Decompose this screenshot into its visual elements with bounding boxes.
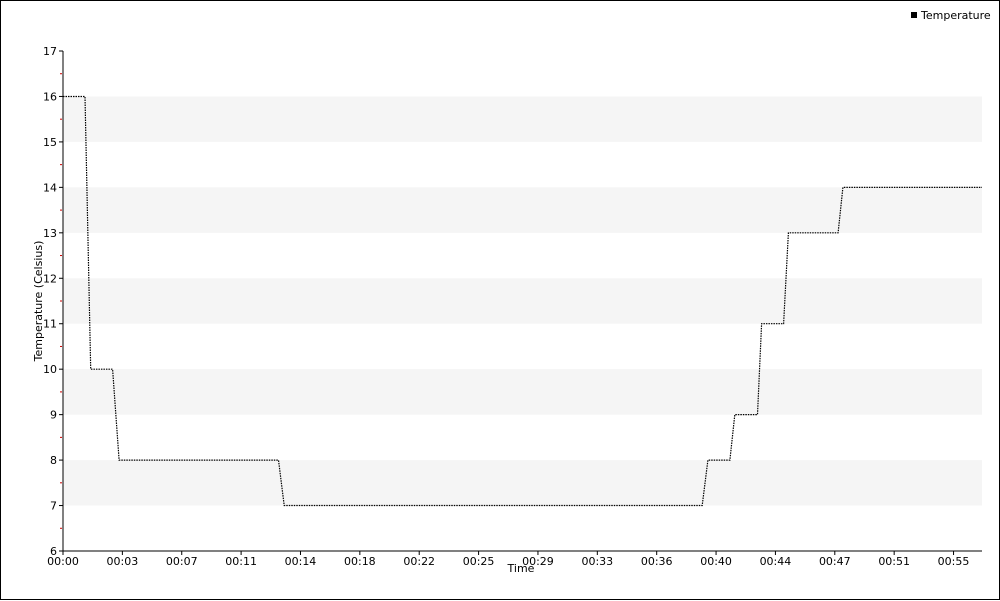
- y-tick-label: 9: [50, 409, 57, 422]
- y-axis: 67891011121314151617: [43, 45, 64, 558]
- y-tick-label: 11: [43, 318, 57, 331]
- x-tick-label: 00:25: [463, 555, 495, 568]
- legend: Temperature: [911, 9, 991, 22]
- grid-band: [63, 278, 982, 324]
- x-tick-label: 00:03: [107, 555, 139, 568]
- y-tick-label: 17: [43, 45, 57, 58]
- x-axis-label: Time: [507, 562, 535, 575]
- grid-band: [63, 369, 982, 415]
- y-axis-label: Temperature (Celsius): [32, 241, 45, 363]
- x-tick-label: 00:51: [878, 555, 910, 568]
- x-tick-label: 00:55: [938, 555, 970, 568]
- line-chart: 67891011121314151617 00:00 00:03 00:07 00:1…: [32, 9, 991, 575]
- x-tick-label: 00:22: [403, 555, 435, 568]
- y-tick-label: 14: [43, 181, 57, 194]
- y-tick-label: 7: [50, 500, 57, 513]
- x-tick-label: 00:00: [47, 555, 79, 568]
- grid-band: [63, 187, 982, 233]
- x-tick-label: 00:44: [760, 555, 792, 568]
- x-tick-label: 00:14: [285, 555, 317, 568]
- y-tick-label: 16: [43, 90, 57, 103]
- x-tick-label: 00:36: [641, 555, 673, 568]
- x-tick-label: 00:40: [700, 555, 732, 568]
- grid-band: [63, 96, 982, 142]
- y-tick-label: 15: [43, 136, 57, 149]
- chart-frame: 6 7 8 9 10 11 12 13 14 15 16 17 00:00 00:03 00:07 00:1…: [0, 0, 1000, 600]
- legend-label: Temperature: [920, 9, 991, 22]
- y-tick-label: 10: [43, 363, 57, 376]
- x-tick-label: 00:47: [819, 555, 851, 568]
- legend-swatch: [911, 12, 917, 18]
- x-tick-label: 00:11: [225, 555, 257, 568]
- y-tick-label: 8: [50, 454, 57, 467]
- x-tick-label: 00:18: [344, 555, 376, 568]
- grid-bands: [63, 96, 982, 506]
- grid-band: [63, 460, 982, 506]
- x-tick-label: 00:07: [166, 555, 198, 568]
- y-tick-label: 13: [43, 227, 57, 240]
- x-tick-label: 00:33: [581, 555, 613, 568]
- y-tick-label: 12: [43, 272, 57, 285]
